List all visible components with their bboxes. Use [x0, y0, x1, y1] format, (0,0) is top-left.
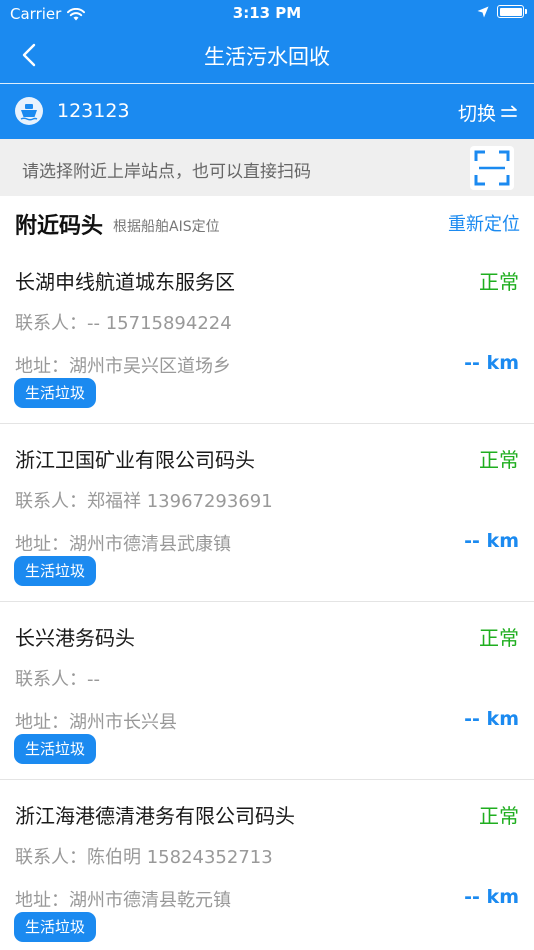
dock-address: 地址：湖州市吴兴区道场乡	[15, 356, 231, 377]
dock-contact: 联系人：-- 15715894224	[15, 313, 232, 334]
dock-list: 长湖申线航道城东服务区 正常 联系人：-- 15715894224 地址：湖州市…	[0, 246, 534, 950]
dock-tag: 生活垃圾	[14, 912, 97, 942]
dock-address: 地址：湖州市德清县乾元镇	[15, 890, 231, 911]
dock-distance: -- km	[464, 886, 519, 908]
dock-distance: -- km	[464, 530, 519, 552]
location-arrow-icon	[477, 6, 489, 17]
dock-contact: 联系人：郑福祥 13967293691	[15, 491, 273, 512]
clock: 3:13 PM	[232, 4, 302, 22]
switch-label: 切换	[457, 103, 496, 125]
dock-tag: 生活垃圾	[14, 556, 97, 586]
dock-name: 长湖申线航道城东服务区	[15, 270, 235, 294]
header: Carrier 3:13 PM 生活污水回收 123123 切换	[0, 0, 534, 139]
dock-name: 浙江海港德清港务有限公司码头	[15, 804, 295, 828]
dock-status: 正常	[479, 626, 519, 650]
hint-bar: 请选择附近上岸站点，也可以直接扫码	[0, 139, 534, 196]
dock-address: 地址：湖州市长兴县	[15, 712, 177, 733]
dock-card[interactable]: 长兴港务码头 正常 联系人：-- 地址：湖州市长兴县 -- km 生活垃圾	[0, 602, 534, 780]
scan-icon	[474, 150, 510, 186]
hint-text: 请选择附近上岸站点，也可以直接扫码	[22, 162, 311, 182]
page-title: 生活污水回收	[204, 45, 330, 69]
dock-name: 长兴港务码头	[15, 626, 135, 650]
nav-bar: 生活污水回收	[0, 28, 534, 84]
switch-ship-button[interactable]: 切换	[458, 99, 518, 126]
dock-card[interactable]: 浙江卫国矿业有限公司码头 正常 联系人：郑福祥 13967293691 地址：湖…	[0, 424, 534, 602]
dock-tag: 生活垃圾	[14, 378, 97, 408]
dock-contact: 联系人：陈伯明 15824352713	[15, 847, 273, 868]
dock-tag: 生活垃圾	[14, 734, 97, 764]
dock-distance: -- km	[464, 352, 519, 374]
ship-icon	[15, 97, 43, 125]
swap-icon	[501, 105, 517, 117]
ship-bar: 123123 切换	[0, 84, 534, 139]
dock-address: 地址：湖州市德清县武康镇	[15, 534, 231, 555]
relocate-button[interactable]: 重新定位	[448, 210, 520, 236]
dock-status: 正常	[479, 270, 519, 294]
dock-name: 浙江卫国矿业有限公司码头	[15, 448, 255, 472]
dock-status: 正常	[479, 448, 519, 472]
dock-card[interactable]: 长湖申线航道城东服务区 正常 联系人：-- 15715894224 地址：湖州市…	[0, 246, 534, 424]
nearby-docks-header: 附近码头 根据船舶AIS定位 重新定位	[0, 196, 534, 246]
section-title: 附近码头	[15, 214, 104, 239]
scan-button[interactable]	[470, 146, 514, 190]
dock-distance: -- km	[464, 708, 519, 730]
dock-card[interactable]: 浙江海港德清港务有限公司码头 正常 联系人：陈伯明 15824352713 地址…	[0, 780, 534, 950]
dock-contact: 联系人：--	[15, 669, 100, 690]
section-subtitle: 根据船舶AIS定位	[113, 219, 220, 235]
dock-status: 正常	[479, 804, 519, 828]
status-right	[477, 5, 527, 18]
ship-id: 123123	[57, 100, 130, 122]
battery-icon	[497, 5, 527, 18]
status-bar: Carrier 3:13 PM	[0, 0, 534, 28]
